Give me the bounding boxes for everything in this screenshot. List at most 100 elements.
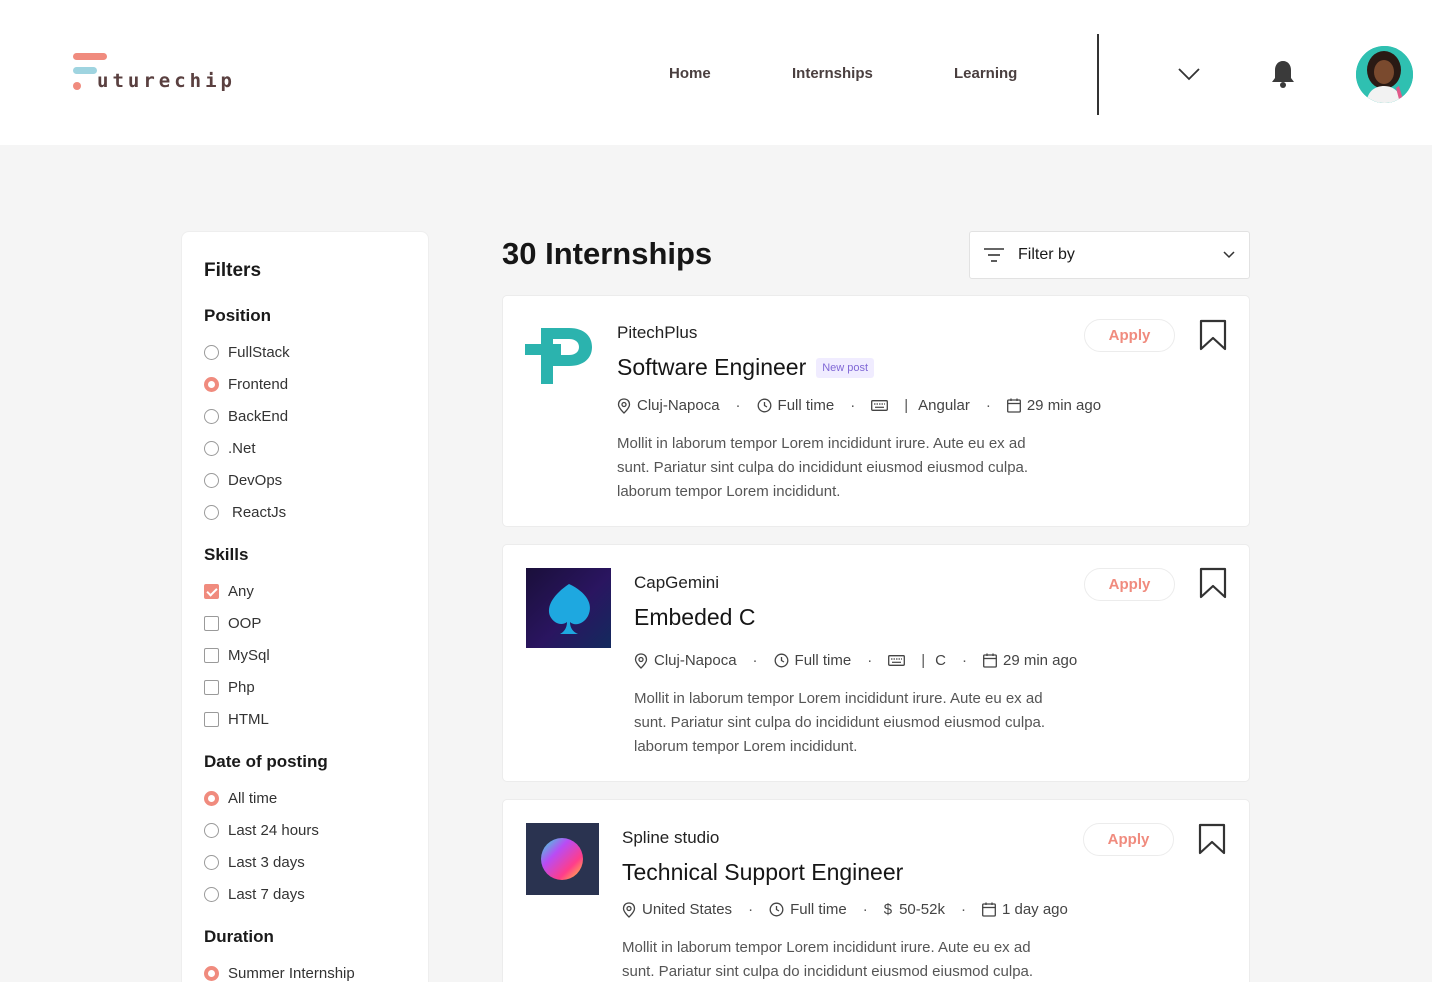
radio-button[interactable] <box>204 822 219 838</box>
checkbox[interactable] <box>204 711 219 727</box>
radio-button-selected[interactable] <box>204 376 219 392</box>
job-description: Mollit in laborum tempor Lorem incididun… <box>622 939 1034 980</box>
position-option-reactjs[interactable]: ReactJs <box>204 502 286 522</box>
nav-internships[interactable]: Internships <box>792 65 873 82</box>
radio-button[interactable] <box>204 854 219 870</box>
position-heading: Position <box>204 306 272 325</box>
meta-pipe: | <box>921 652 926 669</box>
position-option-devops[interactable]: DevOps <box>204 470 282 490</box>
position-option-frontend[interactable]: Frontend <box>204 374 288 394</box>
nav-divider <box>1097 34 1099 115</box>
duration-option-summer[interactable]: Summer Internship <box>204 963 355 982</box>
checkbox-checked[interactable] <box>204 583 219 599</box>
apply-button[interactable]: Apply <box>1083 823 1174 856</box>
bell-icon[interactable] <box>1270 59 1296 89</box>
radio-button-selected[interactable] <box>204 790 219 806</box>
capgemini-spade-icon <box>548 584 590 634</box>
radio-button[interactable] <box>204 504 219 520</box>
location-text: Cluj-Napoca <box>637 397 720 414</box>
logo-bar <box>73 67 97 74</box>
location-text: Cluj-Napoca <box>654 652 737 669</box>
option-label: HTML <box>228 710 269 728</box>
radio-button[interactable] <box>204 344 219 360</box>
radio-button[interactable] <box>204 440 219 456</box>
nav-learning[interactable]: Learning <box>954 65 1017 82</box>
job-meta: United States · Full time · $50-52k · 1 … <box>622 901 1068 918</box>
option-label: BackEnd <box>228 407 289 425</box>
skill-option-oop[interactable]: OOP <box>204 613 261 633</box>
checkbox[interactable] <box>204 647 219 663</box>
filters-title: Filters <box>204 260 262 281</box>
calendar-icon <box>983 653 997 668</box>
type-text: Full time <box>790 901 847 918</box>
skill-option-any[interactable]: Any <box>204 581 254 601</box>
checkbox[interactable] <box>204 615 219 631</box>
skill-meta: | C <box>888 652 946 669</box>
apply-button[interactable]: Apply <box>1084 568 1175 601</box>
posted-meta: 29 min ago <box>983 652 1077 669</box>
bookmark-icon[interactable] <box>1199 319 1227 351</box>
job-title[interactable]: Software Engineer New post <box>617 354 875 381</box>
chevron-down-icon[interactable] <box>1177 64 1201 84</box>
option-label: Frontend <box>228 375 289 393</box>
option-label: .Net <box>228 439 256 457</box>
option-label: Last 7 days <box>228 885 305 903</box>
type-meta: Full time <box>769 901 847 918</box>
meta-pipe: | <box>904 397 909 414</box>
company-name: CapGemini <box>634 573 720 592</box>
radio-button[interactable] <box>204 886 219 902</box>
skill-option-mysql[interactable]: MySql <box>204 645 270 665</box>
bookmark-icon[interactable] <box>1199 567 1227 599</box>
meta-separator: · <box>961 652 967 669</box>
position-option-fullstack[interactable]: FullStack <box>204 342 290 362</box>
radio-button[interactable] <box>204 408 219 424</box>
radio-button[interactable] <box>204 472 219 488</box>
internship-card[interactable]: Spline studio Technical Support Engineer… <box>502 799 1250 982</box>
job-description: Mollit in laborum tempor Lorem incididun… <box>634 690 1046 755</box>
option-label: Summer Internship <box>228 964 355 982</box>
option-label: DevOps <box>228 471 283 489</box>
avatar-portrait <box>1356 46 1413 103</box>
skill-meta: | Angular <box>871 397 970 414</box>
new-post-badge: New post <box>816 358 875 378</box>
option-label: MySql <box>228 646 270 664</box>
checkbox[interactable] <box>204 679 219 695</box>
position-option-dotnet[interactable]: .Net <box>204 438 256 458</box>
meta-separator: · <box>752 652 758 669</box>
internship-card[interactable]: CapGemini Embeded C Cluj-Napoca · Full t… <box>502 544 1250 782</box>
skill-text: C <box>935 652 946 669</box>
keyboard-icon <box>871 400 889 411</box>
filter-by-dropdown[interactable]: Filter by <box>969 231 1250 279</box>
nav-home[interactable]: Home <box>669 65 711 82</box>
clock-icon <box>769 902 784 917</box>
date-option-24h[interactable]: Last 24 hours <box>204 820 319 840</box>
job-title[interactable]: Embeded C <box>634 604 755 631</box>
position-option-backend[interactable]: BackEnd <box>204 406 288 426</box>
bookmark-icon[interactable] <box>1198 823 1226 855</box>
calendar-icon <box>1006 398 1021 413</box>
option-label: Last 3 days <box>228 853 305 871</box>
apply-button[interactable]: Apply <box>1084 319 1175 352</box>
dollar-icon: $ <box>883 901 893 918</box>
date-option-3d[interactable]: Last 3 days <box>204 852 305 872</box>
meta-separator: · <box>735 397 741 414</box>
option-label: ReactJs <box>232 503 287 521</box>
user-avatar[interactable] <box>1356 46 1413 103</box>
job-title[interactable]: Technical Support Engineer <box>622 859 903 886</box>
skill-option-php[interactable]: Php <box>204 677 255 697</box>
job-description: Mollit in laborum tempor Lorem incididun… <box>617 435 1029 500</box>
date-option-7d[interactable]: Last 7 days <box>204 884 305 904</box>
futureship-logo[interactable]: uturechip <box>72 52 242 96</box>
duration-heading: Duration <box>204 927 274 946</box>
meta-separator: · <box>748 901 754 918</box>
radio-button-selected[interactable] <box>204 965 219 981</box>
internship-card[interactable]: PitechPlus Software Engineer New post Clu… <box>502 295 1250 527</box>
type-meta: Full time <box>774 652 851 669</box>
location-icon <box>617 397 631 414</box>
company-name: Spline studio <box>622 828 720 847</box>
skill-option-html[interactable]: HTML <box>204 709 269 729</box>
posted-meta: 1 day ago <box>982 901 1068 918</box>
company-name: PitechPlus <box>617 323 698 342</box>
date-option-all-time[interactable]: All time <box>204 788 277 808</box>
location-icon <box>634 652 648 669</box>
